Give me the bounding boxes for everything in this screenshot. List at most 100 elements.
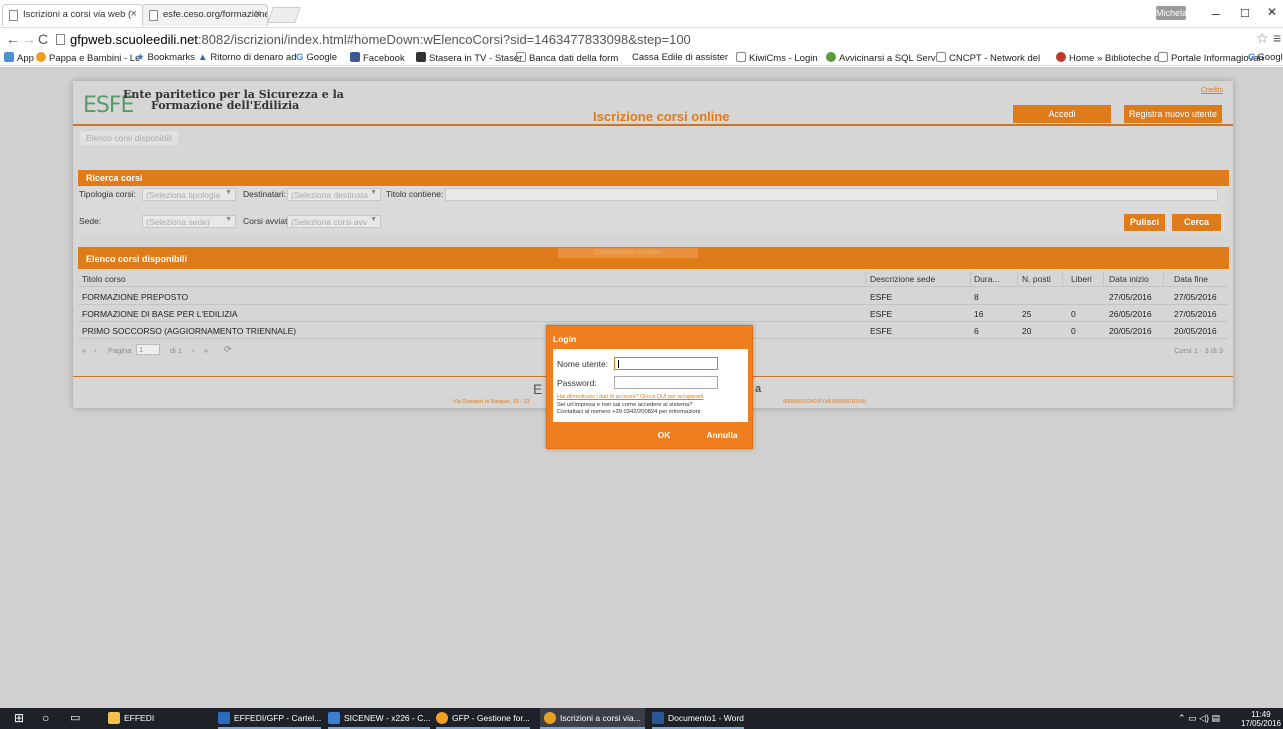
google-icon: G — [1248, 52, 1256, 63]
bookmark-item[interactable]: Facebook — [350, 52, 405, 64]
bookmark-item[interactable]: Home » Biblioteche d — [1056, 52, 1159, 64]
list-panel-header: Elenco corsi disponibili Caricamento in … — [78, 247, 1229, 269]
register-button[interactable]: Registra nuovo utente — [1124, 105, 1222, 123]
column-divider — [1163, 271, 1164, 287]
tab-label: esfe.ceso.org/formazione — [163, 9, 268, 20]
titolo-input[interactable] — [445, 188, 1218, 201]
taskbar-item-label: EFFEDI — [124, 713, 155, 723]
task-view-icon[interactable]: ▭ — [70, 708, 80, 729]
close-tab-icon[interactable]: × — [131, 8, 137, 20]
bookmark-item[interactable]: Stasera in TV - Staser — [416, 52, 522, 64]
password-input[interactable] — [614, 376, 718, 389]
search-button[interactable]: Cerca — [1172, 214, 1221, 231]
bookmark-item[interactable]: GGoogle — [1248, 52, 1283, 63]
new-tab-button[interactable] — [267, 7, 301, 23]
tray-icons[interactable]: ⌃ ▭ ◁) ▤ — [1178, 708, 1220, 729]
avviati-value: (Seleziona corsi avv — [291, 217, 368, 227]
course-end: 27/05/2016 — [1174, 309, 1217, 319]
address-bar: ← → C gfpweb.scuoleedili.net:8082/iscriz… — [0, 28, 1283, 50]
column-header[interactable]: Data fine — [1174, 274, 1208, 284]
destinatari-select[interactable]: (Seleziona destinata ▼ — [287, 188, 381, 201]
table-row[interactable]: FORMAZIONE PREPOSTO ESFE 8 27/05/2016 27… — [78, 289, 1229, 305]
bookmark-item[interactable]: Avvicinarsi a SQL Serv — [826, 52, 936, 64]
column-header[interactable]: Data inizio — [1109, 274, 1149, 284]
bookmark-item[interactable]: App — [4, 52, 34, 64]
sede-select[interactable]: (Seleziona sede) ▼ — [142, 215, 236, 228]
next-page-icon[interactable]: › — [192, 346, 195, 355]
profile-badge[interactable]: Michela — [1156, 6, 1187, 20]
page-number-input[interactable]: 1 — [136, 344, 160, 355]
bookmark-item[interactable]: KiwiCms - Login — [736, 52, 818, 64]
reload-icon[interactable]: C — [38, 31, 48, 47]
column-header[interactable]: N. posti — [1022, 274, 1051, 284]
close-tab-icon[interactable]: × — [255, 8, 261, 20]
back-icon[interactable]: ← — [6, 31, 20, 47]
first-page-icon[interactable]: « — [82, 346, 86, 355]
url-field[interactable]: gfpweb.scuoleedili.net:8082/iscrizioni/i… — [70, 32, 691, 47]
org-name-line2: Formazione dell'Edilizia — [151, 99, 300, 112]
chevron-down-icon: ▼ — [370, 189, 377, 196]
course-start: 20/05/2016 — [1109, 326, 1152, 336]
bookmark-item[interactable]: CNCPT - Network del — [936, 52, 1040, 64]
prev-page-icon[interactable]: ‹ — [94, 346, 97, 355]
taskbar-item[interactable]: Documento1 - Word — [652, 708, 744, 729]
footer-logo-right: a — [755, 383, 762, 395]
sede-label: Sede: — [79, 216, 102, 226]
taskbar-item[interactable]: Iscrizioni a corsi via... — [540, 708, 645, 729]
course-duration: 6 — [974, 326, 979, 336]
pager-summary: Corsi 1 - 3 di 3 — [1174, 346, 1223, 355]
column-header[interactable]: Liberi — [1071, 274, 1092, 284]
column-divider — [970, 271, 971, 287]
chevron-down-icon: ▼ — [370, 216, 377, 223]
bookmark-item[interactable]: ★ Bookmarks — [136, 52, 195, 63]
windows-start-icon[interactable]: ⊞ — [14, 708, 24, 729]
login-dialog-title: Login — [553, 334, 577, 344]
column-header[interactable]: Dura... — [974, 274, 1000, 284]
bookmark-item[interactable]: GGoogle — [296, 52, 337, 63]
system-clock[interactable]: 11:49 17/05/2016 — [1241, 710, 1281, 728]
taskbar-item[interactable]: EFFEDI — [108, 708, 154, 729]
clear-button[interactable]: Pulisci — [1124, 214, 1165, 231]
tab-esfe[interactable]: esfe.ceso.org/formazione × — [142, 4, 268, 26]
tab-iscrizioni[interactable]: Iscrizioni a corsi via web ( × — [2, 4, 144, 26]
refresh-icon[interactable]: ⟳ — [224, 344, 232, 355]
avviati-select[interactable]: (Seleziona corsi avv ▼ — [287, 215, 381, 228]
bookmark-item[interactable]: Banca dati della form — [516, 52, 618, 64]
bookmark-item[interactable]: Pappa e Bambini - Le — [36, 52, 140, 64]
table-row[interactable]: FORMAZIONE DI BASE PER L'EDILIZIA ESFE 1… — [78, 306, 1229, 322]
page-icon — [1158, 52, 1168, 62]
destinatari-value: (Seleziona destinata — [291, 190, 369, 200]
last-page-icon[interactable]: » — [204, 346, 208, 355]
credits-link[interactable]: Credits — [1201, 87, 1223, 94]
taskbar-item[interactable]: EFFEDI/GFP - Cartel... — [218, 708, 322, 729]
minimize-icon[interactable]: – — [1212, 5, 1220, 21]
login-button[interactable]: Accedi — [1013, 105, 1111, 123]
breadcrumb[interactable]: Elenco corsi disponibili — [80, 131, 178, 145]
column-header[interactable]: Titolo corso — [82, 274, 126, 284]
page-icon — [149, 10, 158, 21]
course-seats: 25 — [1022, 309, 1032, 319]
username-input[interactable] — [614, 357, 718, 370]
search-panel-header: Ricerca corsi — [78, 170, 1229, 186]
maximize-icon[interactable]: ☐ — [1240, 7, 1250, 20]
bookmark-label: Pappa e Bambini - Le — [49, 53, 141, 64]
close-window-icon[interactable]: ✕ — [1267, 5, 1277, 19]
site-icon — [36, 52, 46, 62]
chevron-down-icon: ▼ — [225, 216, 232, 223]
bookmark-item[interactable]: Cassa Edile di assister — [632, 52, 728, 63]
forgot-credentials-link[interactable]: Hai dimenticato i dati di accesso? Clicc… — [557, 394, 703, 400]
forward-icon[interactable]: → — [22, 31, 36, 47]
bookmark-star-icon[interactable]: ☆ — [1256, 30, 1269, 47]
google-icon: G — [296, 52, 304, 63]
column-header[interactable]: Descrizione sede — [870, 274, 935, 284]
taskbar-item[interactable]: SICENEW - x226 - C... — [328, 708, 431, 729]
menu-icon[interactable]: ≡ — [1273, 30, 1281, 46]
ok-button[interactable]: OK — [644, 427, 684, 443]
site-icon — [826, 52, 836, 62]
page-icon — [736, 52, 746, 62]
taskbar-item[interactable]: GFP - Gestione for... — [436, 708, 530, 729]
bookmark-item[interactable]: ▲ Ritorno di denaro ad — [198, 52, 297, 63]
search-icon[interactable]: ○ — [42, 708, 49, 729]
tipologia-select[interactable]: (Seleziona tipologia ▼ — [142, 188, 236, 201]
cancel-button[interactable]: Annulla — [699, 427, 745, 443]
